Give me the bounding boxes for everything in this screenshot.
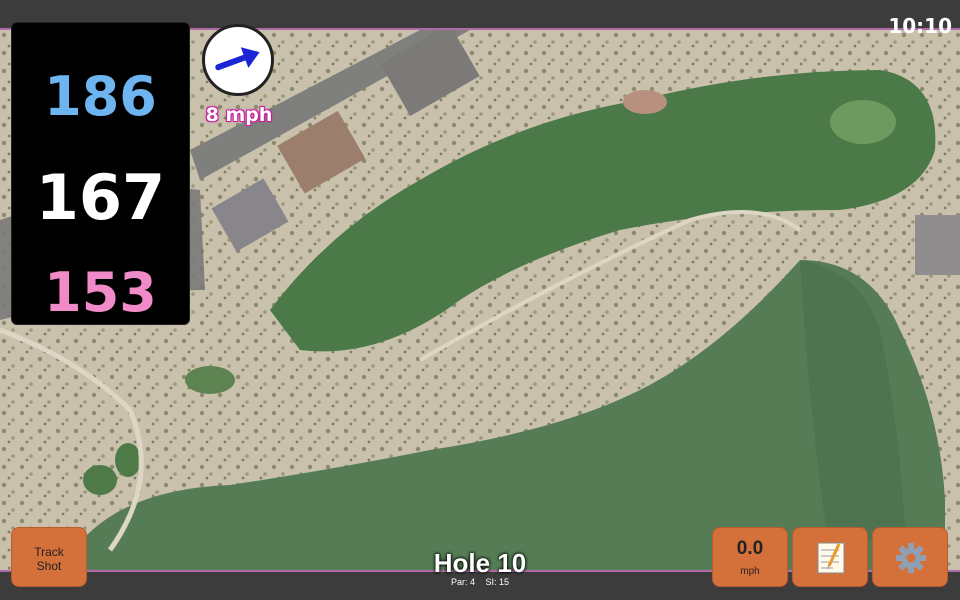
si-label: SI: 15 (485, 577, 510, 587)
track-shot-label-line1: Track (34, 545, 64, 559)
speed-unit: mph (740, 566, 760, 577)
wind-indicator (202, 24, 274, 96)
wind-arrow-icon (215, 47, 260, 71)
wind-speed: 8 mph (205, 104, 273, 126)
front-distance: 153 (44, 261, 157, 324)
center-distance: 167 (35, 161, 166, 234)
speed-button[interactable]: 0.0 mph (712, 527, 788, 587)
clock: 10:10 (888, 14, 952, 38)
notepad-icon (817, 542, 845, 574)
hole-info: Par: 4 SI: 15 (380, 577, 580, 587)
distance-panel: 186 167 153 (11, 22, 190, 325)
track-shot-label-line2: Shot (36, 559, 62, 573)
notes-button[interactable] (792, 527, 868, 587)
back-distance: 186 (44, 65, 157, 128)
gear-icon (896, 543, 926, 573)
speed-value: 0.0 (736, 538, 764, 559)
par-label: Par: 4 (450, 577, 475, 587)
track-shot-button[interactable]: Track Shot (11, 527, 87, 587)
hole-title: Hole 10 (433, 548, 527, 578)
settings-button[interactable] (872, 527, 948, 587)
